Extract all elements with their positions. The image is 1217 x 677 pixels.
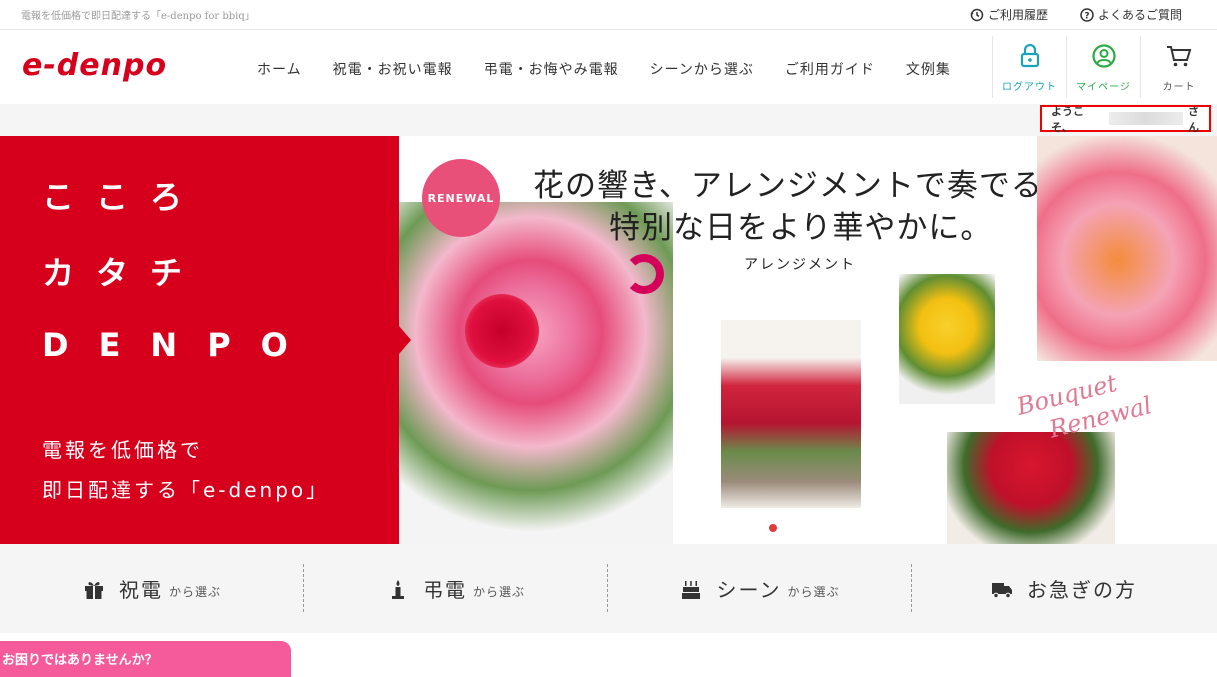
red-arrangement-photo: [721, 320, 861, 508]
cart-icon: [1166, 44, 1192, 71]
hero-headline-2: 特別な日をより華やかに。: [609, 210, 993, 246]
nav-message-examples[interactable]: 文例集: [906, 59, 951, 79]
pink-ribbon: [624, 254, 664, 294]
arrangement-label: アレンジメント: [744, 257, 856, 273]
hero-slide[interactable]: RENEWAL 花の響き、アレンジメントで奏でる。 特別な日をより華やかに。 ア…: [399, 136, 1217, 544]
category-urgent[interactable]: お急ぎの方: [911, 544, 1216, 633]
category-condolence[interactable]: 弔電 から選ぶ: [303, 544, 608, 633]
welcome-prefix: ようこそ、: [1051, 104, 1084, 134]
candle-icon: [387, 578, 409, 600]
category-congratulation[interactable]: 祝電 から選ぶ: [0, 544, 304, 633]
cart-button[interactable]: カート: [1140, 36, 1217, 98]
nav-usage-guide[interactable]: ご利用ガイド: [785, 59, 875, 79]
question-icon: ?: [1080, 7, 1094, 22]
cart-label: カート: [1162, 82, 1196, 93]
nav-by-scene[interactable]: シーンから選ぶ: [650, 59, 754, 79]
nav-condolence-telegram[interactable]: 弔電・お悔やみ電報: [484, 59, 619, 79]
hero-arrow: [399, 326, 411, 354]
faq-label: よくあるご質問: [1098, 8, 1183, 22]
lock-icon: [1020, 43, 1040, 71]
category-congratulation-sub: から選ぶ: [168, 584, 221, 599]
gift-icon: [83, 578, 105, 600]
nav-congratulation-telegram[interactable]: 祝電・お祝い電報: [333, 59, 453, 79]
hero-line-kokoro: こころ: [42, 178, 205, 216]
arrangement-photo-main: [399, 202, 673, 544]
category-scene-sub: から選ぶ: [787, 584, 840, 599]
redacted-username: [1108, 112, 1183, 125]
history-icon: [970, 8, 984, 22]
hero-line-denpo: DENPO: [42, 326, 318, 364]
renewal-badge: RENEWAL: [422, 159, 500, 237]
help-tab[interactable]: お困りではありませんか？: [0, 641, 291, 677]
hero-brand-panel: こころ カタチ DENPO 電報を低価格で 即日配達する「e-denpo」: [0, 136, 411, 544]
welcome-message: ようこそ、 さん: [1040, 104, 1211, 134]
user-icon: [1091, 44, 1116, 71]
usage-history-label: ご利用履歴: [988, 8, 1049, 22]
cake-icon: [680, 578, 702, 600]
site-tagline: 電報を低価格で即日配達する「e-denpo for bbiq」: [21, 11, 255, 22]
site-header: e-denpo ホーム 祝電・お祝い電報 弔電・お悔やみ電報 シーンから選ぶ ご…: [0, 30, 1217, 104]
welcome-strip: [0, 104, 1217, 136]
hero-headline-1: 花の響き、アレンジメントで奏でる。: [533, 168, 1075, 204]
logout-label: ログアウト: [1002, 82, 1057, 93]
truck-icon: [991, 578, 1013, 600]
mypage-label: マイページ: [1076, 82, 1131, 93]
hero-line-katachi: カタチ: [42, 254, 205, 292]
yellow-arrangement-photo: [899, 274, 995, 404]
category-condolence-sub: から選ぶ: [472, 584, 525, 599]
site-logo[interactable]: e-denpo: [22, 48, 167, 83]
orange-pink-arrangement-photo: [1037, 136, 1217, 361]
category-urgent-name: お急ぎの方: [1027, 578, 1137, 602]
usage-history-link[interactable]: ご利用履歴: [970, 6, 1048, 23]
top-utility-bar: 電報を低価格で即日配達する「e-denpo for bbiq」 ご利用履歴 ? …: [0, 0, 1217, 30]
hero-banner[interactable]: こころ カタチ DENPO 電報を低価格で 即日配達する「e-denpo」 RE…: [0, 136, 1217, 544]
category-congratulation-name: 祝電: [118, 578, 163, 602]
main-nav: ホーム 祝電・お祝い電報 弔電・お悔やみ電報 シーンから選ぶ ご利用ガイド 文例…: [257, 59, 982, 79]
red-carnation: [465, 294, 539, 368]
category-condolence-name: 弔電: [422, 578, 467, 602]
carousel-dot-active[interactable]: [769, 524, 777, 532]
nav-home[interactable]: ホーム: [257, 59, 302, 79]
category-scene[interactable]: シーン から選ぶ: [607, 544, 912, 633]
svg-text:?: ?: [1084, 11, 1089, 21]
hero-sub-line-1: 電報を低価格で: [42, 438, 203, 462]
faq-link[interactable]: ? よくあるご質問: [1080, 6, 1182, 23]
mypage-button[interactable]: マイページ: [1066, 36, 1140, 98]
category-scene-name: シーン: [716, 578, 782, 602]
category-bar: 祝電 から選ぶ 弔電 から選ぶ シーン から選ぶ お急ぎの方: [0, 544, 1217, 633]
hero-sub-line-2: 即日配達する「e-denpo」: [42, 478, 330, 502]
logout-button[interactable]: ログアウト: [992, 36, 1066, 98]
welcome-suffix: さん: [1188, 104, 1199, 134]
